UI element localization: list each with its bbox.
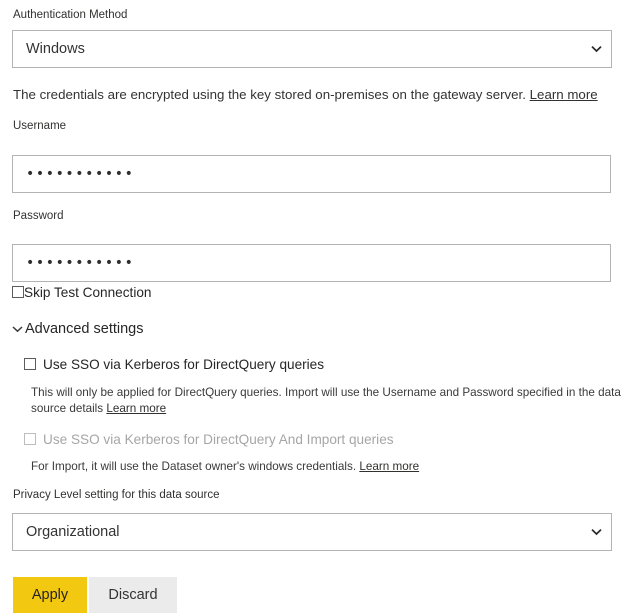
privacy-level-select[interactable]: Organizational (12, 513, 612, 551)
discard-button[interactable]: Discard (89, 577, 177, 613)
sso-directquery-import-checkbox[interactable] (24, 433, 36, 445)
password-label: Password (13, 210, 64, 222)
username-value: ••••••••••• (26, 166, 135, 182)
privacy-level-label: Privacy Level setting for this data sour… (13, 489, 220, 501)
authentication-method-value: Windows (26, 41, 85, 57)
sso-directquery-import-help-text: For Import, it will use the Dataset owne… (31, 460, 357, 473)
advanced-settings-toggle[interactable]: Advanced settings (12, 321, 144, 337)
chevron-down-icon (581, 45, 611, 53)
sso-directquery-import-label[interactable]: Use SSO via Kerberos for DirectQuery And… (43, 433, 394, 447)
encryption-note: The credentials are encrypted using the … (13, 86, 628, 103)
sso-directquery-import-help: For Import, it will use the Dataset owne… (31, 459, 627, 475)
encryption-note-learn-more-link[interactable]: Learn more (530, 87, 598, 102)
sso-directquery-label[interactable]: Use SSO via Kerberos for DirectQuery que… (43, 358, 324, 372)
username-label: Username (13, 120, 67, 132)
apply-button[interactable]: Apply (13, 577, 87, 613)
privacy-level-value: Organizational (26, 524, 120, 540)
encryption-note-text: The credentials are encrypted using the … (13, 87, 526, 102)
password-value: ••••••••••• (26, 255, 135, 271)
sso-directquery-learn-more-link[interactable]: Learn more (106, 402, 166, 415)
skip-test-connection-checkbox[interactable] (12, 286, 24, 298)
advanced-settings-label: Advanced settings (25, 321, 144, 337)
sso-directquery-checkbox[interactable] (24, 358, 36, 370)
username-input[interactable]: ••••••••••• (12, 155, 611, 193)
authentication-method-select[interactable]: Windows (12, 30, 612, 68)
authentication-method-label: Authentication Method (13, 9, 128, 21)
sso-directquery-import-row[interactable]: Use SSO via Kerberos for DirectQuery And… (24, 433, 394, 447)
sso-directquery-import-learn-more-link[interactable]: Learn more (359, 460, 419, 473)
skip-test-connection-row[interactable]: Skip Test Connection (12, 286, 151, 300)
sso-directquery-help: This will only be applied for DirectQuer… (31, 385, 627, 417)
chevron-down-icon (12, 325, 25, 333)
sso-directquery-row[interactable]: Use SSO via Kerberos for DirectQuery que… (24, 358, 324, 372)
skip-test-connection-label[interactable]: Skip Test Connection (24, 286, 151, 300)
chevron-down-icon (581, 528, 611, 536)
password-input[interactable]: ••••••••••• (12, 244, 611, 282)
